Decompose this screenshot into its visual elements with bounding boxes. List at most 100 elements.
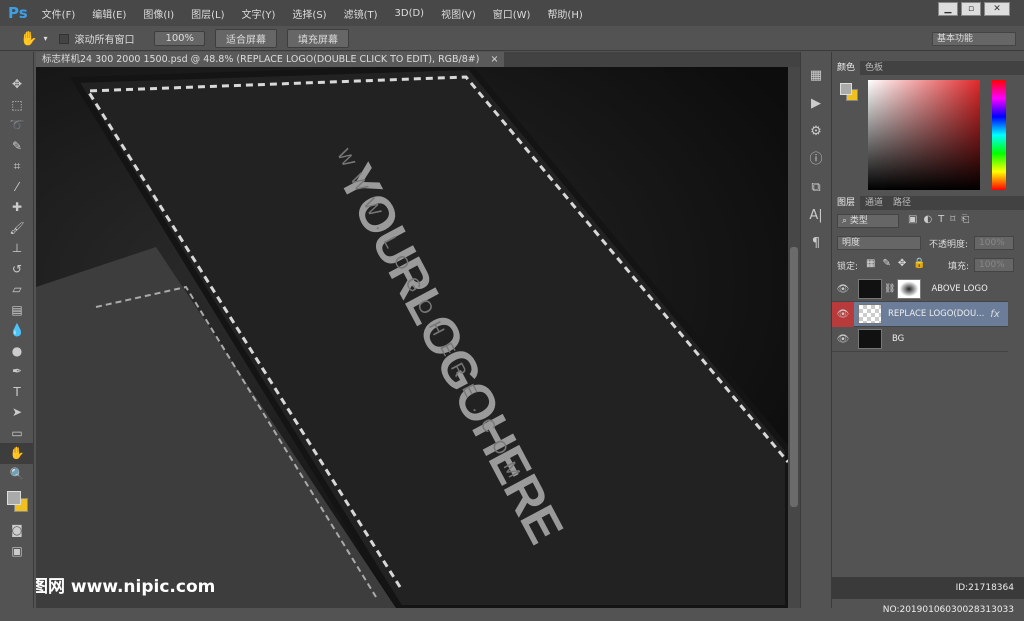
tab-paths[interactable]: 路径 [888,196,916,210]
vertical-scrollbar[interactable] [788,67,800,608]
fit-screen-button[interactable]: 适合屏幕 [215,29,278,48]
paragraph-panel-icon[interactable]: ¶ [801,230,831,258]
menu-view[interactable]: 视图(V) [441,6,476,21]
menu-help[interactable]: 帮助(H) [547,6,582,21]
photoshop-logo: Ps [8,4,28,22]
type-tool-icon[interactable]: T [0,382,34,403]
tab-swatches[interactable]: 色板 [860,61,888,75]
layer-row[interactable]: 👁 BG [832,327,1008,352]
link-icon: ⛓ [884,284,896,294]
blend-mode-select[interactable]: 明度 [837,236,921,250]
fx-icon[interactable]: fx [990,309,999,320]
screen-mode-icon[interactable]: ▣ [0,541,34,562]
hue-slider[interactable] [992,80,1006,190]
menu-bar: Ps 文件(F) 编辑(E) 图像(I) 图层(L) 文字(Y) 选择(S) 滤… [0,0,1024,26]
brush-tool-icon[interactable]: 🖌 [0,218,34,239]
layer-row-selected[interactable]: 👁 REPLACE LOGO(DOU... fx [832,301,1008,327]
history-brush-icon[interactable]: ↺ [0,259,34,280]
blur-tool-icon[interactable]: 💧 [0,320,34,341]
shape-tool-icon[interactable]: ▭ [0,423,34,444]
scroll-all-windows-label: 滚动所有窗口 [74,35,135,46]
pen-tool-icon[interactable]: ✒ [0,361,34,382]
tab-color[interactable]: 颜色 [832,61,861,75]
lock-icons[interactable]: ▦✎✥🔒 [866,258,933,269]
color-picker-field[interactable] [868,80,980,190]
scrollbar-thumb[interactable] [790,247,798,507]
restore-button[interactable]: ▫ [961,2,981,16]
visibility-eye-icon[interactable]: 👁 [832,284,854,295]
menu-window[interactable]: 窗口(W) [493,6,531,21]
opacity-field[interactable]: 100% [974,236,1014,250]
fill-screen-button[interactable]: 填充屏幕 [287,29,350,48]
stamp-tool-icon[interactable]: ⊥ [0,238,34,259]
lock-label: 锁定: [837,262,859,272]
character-panel-icon[interactable]: A| [801,202,831,230]
dodge-tool-icon[interactable]: ● [0,341,34,362]
close-tab-icon[interactable]: × [491,54,499,65]
layer-row[interactable]: 👁 ⛓ ABOVE LOGO [832,277,1008,302]
menu-file[interactable]: 文件(F) [42,6,76,21]
foreground-color-swatch[interactable] [840,83,852,95]
quick-select-tool-icon[interactable]: ✎ [0,136,34,157]
history-panel-icon[interactable]: ▦ [801,62,831,90]
layers-panel: 图层 通道 路径 ⌕ 类型 ▣◐T⌑⎗ 明度 不透明度: 100% 锁定: ▦✎… [832,196,1024,615]
eyedropper-tool-icon[interactable]: ⁄ [0,177,34,198]
move-tool-icon[interactable]: ✥ [0,74,34,95]
menu-select[interactable]: 选择(S) [292,6,326,21]
layer-filter-select[interactable]: ⌕ 类型 [837,214,899,228]
filter-icons[interactable]: ▣◐T⌑⎗ [908,214,975,225]
filter-kind-label: 类型 [849,216,868,226]
toolbox: ✥ ⬚ ➰ ✎ ⌗ ⁄ ✚ 🖌 ⊥ ↺ ▱ ▤ 💧 ● ✒ T ➤ ▭ ✋ 🔍 … [0,52,34,608]
fill-label: 填充: [948,262,970,272]
color-panel: 颜色 色板 [832,61,1024,193]
zoom-100-button[interactable]: 100% [154,31,206,46]
opacity-label: 不透明度: [929,240,969,250]
tool-preset-dropdown[interactable]: ▾ [43,34,47,43]
smart-object-thumbnail [858,304,882,324]
scroll-all-windows-checkbox[interactable] [59,33,70,44]
menu-edit[interactable]: 编辑(E) [92,6,126,21]
document-canvas[interactable]: YOURLOGOHERE WWW.LOGOHERE.COM 昵图网 www.ni… [36,67,788,608]
path-select-tool-icon[interactable]: ➤ [0,402,34,423]
layer-thumbnail [858,329,882,349]
watermark-site: 昵图网 www.nipic.com [36,577,216,597]
layer-mask-thumbnail [897,279,922,299]
menu-3d[interactable]: 3D(D) [395,8,425,19]
visibility-eye-icon[interactable]: 👁 [832,334,854,345]
tab-layers[interactable]: 图层 [832,196,861,210]
hand-tool-icon[interactable]: ✋ [0,443,34,464]
crop-tool-icon[interactable]: ⌗ [0,156,34,177]
marquee-tool-icon[interactable]: ⬚ [0,95,34,116]
properties-panel-icon[interactable]: ⚙ [801,118,831,146]
info-panel-icon[interactable]: ⓘ [801,146,831,174]
hand-tool-icon[interactable]: ✋ [20,31,37,47]
menu-image[interactable]: 图像(I) [143,6,174,21]
visibility-eye-icon[interactable]: 👁 [832,301,854,327]
close-button[interactable]: ✕ [984,2,1010,16]
panel-icon-strip: ▦ ▶ ⚙ ⓘ ⧉ A| ¶ [800,52,832,608]
color-swatches[interactable] [0,484,33,520]
layer-name: REPLACE LOGO(DOU... [888,309,985,319]
layer-thumbnail [858,279,882,299]
minimize-button[interactable]: ▁ [938,2,958,16]
quick-mask-icon[interactable]: ◙ [0,520,34,541]
menu-layer[interactable]: 图层(L) [191,6,224,21]
menu-type[interactable]: 文字(Y) [242,6,276,21]
document-title: 标志样机24 300 2000 1500.psd @ 48.8% (REPLAC… [42,54,480,65]
eraser-tool-icon[interactable]: ▱ [0,279,34,300]
document-tab[interactable]: 标志样机24 300 2000 1500.psd @ 48.8% (REPLAC… [36,52,505,67]
clone-source-icon[interactable]: ⧉ [801,174,831,202]
gradient-tool-icon[interactable]: ▤ [0,300,34,321]
watermark-id: ID:21718364 NO:20190106030028313033 [832,577,1024,615]
zoom-tool-icon[interactable]: 🔍 [0,464,34,485]
lasso-tool-icon[interactable]: ➰ [0,115,34,136]
fill-field[interactable]: 100% [974,258,1014,272]
workspace-select[interactable]: 基本功能 [932,32,1016,46]
options-bar: ✋ ▾ 滚动所有窗口 100% 适合屏幕 填充屏幕 基本功能 [0,27,1024,51]
menu-filter[interactable]: 滤镜(T) [344,6,378,21]
healing-tool-icon[interactable]: ✚ [0,197,34,218]
actions-panel-icon[interactable]: ▶ [801,90,831,118]
tab-channels[interactable]: 通道 [860,196,888,210]
layer-name: BG [892,334,905,344]
document-tab-bar: 标志样机24 300 2000 1500.psd @ 48.8% (REPLAC… [36,52,800,67]
